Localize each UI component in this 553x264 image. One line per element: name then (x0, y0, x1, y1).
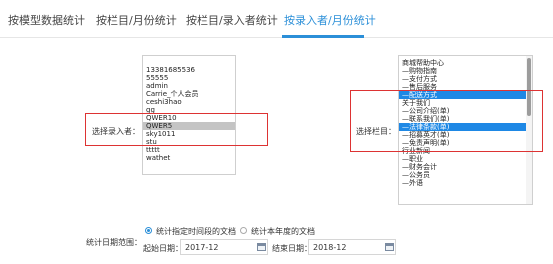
recorder-option[interactable]: admin (143, 82, 235, 90)
radio-this-year-label[interactable]: 统计本年度的文档 (251, 226, 315, 237)
column-option[interactable]: —公务员 (399, 171, 532, 179)
active-tab-indicator (282, 35, 364, 38)
recorder-option[interactable]: wathet (143, 154, 235, 162)
column-option[interactable]: —外语 (399, 179, 532, 187)
end-date-value: 2018-12 (313, 243, 347, 252)
calendar-icon[interactable] (385, 243, 394, 251)
recorder-option[interactable]: 13381685536 (143, 66, 235, 74)
column-option[interactable]: —购物指南 (399, 67, 532, 75)
tab-model-stats[interactable]: 按模型数据统计 (8, 12, 85, 28)
end-date-input[interactable]: 2018-12 (308, 239, 396, 255)
recorder-option[interactable]: 55555 (143, 74, 235, 82)
recorder-option[interactable]: ceshi3hao (143, 98, 235, 106)
tab-bar: 按模型数据统计 按栏目/月份统计 按栏目/录入者统计 按录入者/月份统计 (0, 0, 553, 38)
column-option[interactable]: 商城帮助中心 (399, 59, 532, 67)
tab-recorder-month-stats[interactable]: 按录入者/月份统计 (284, 12, 376, 28)
column-highlight-box (350, 90, 543, 152)
start-date-input[interactable]: 2017-12 (180, 239, 268, 255)
recorder-option[interactable]: Carrie_个人会员 (143, 90, 235, 98)
calendar-icon[interactable] (257, 243, 266, 251)
radio-this-year[interactable] (240, 227, 247, 234)
radio-specified-period[interactable] (145, 227, 152, 234)
tab-column-recorder-stats[interactable]: 按栏目/录入者统计 (186, 12, 278, 28)
column-option[interactable]: —职业 (399, 155, 532, 163)
recorder-highlight-box (85, 113, 268, 146)
radio-specified-period-label[interactable]: 统计指定时间段的文档 (156, 226, 236, 237)
end-date-label: 结束日期： (272, 244, 312, 253)
tab-column-month-stats[interactable]: 按栏目/月份统计 (96, 12, 177, 28)
date-range-label: 统计日期范围： (86, 238, 142, 247)
start-date-label: 起始日期： (143, 244, 183, 253)
recorder-option[interactable]: ttttt (143, 146, 235, 154)
column-option[interactable]: —支付方式 (399, 75, 532, 83)
column-option[interactable]: —财务会计 (399, 163, 532, 171)
start-date-value: 2017-12 (185, 243, 219, 252)
